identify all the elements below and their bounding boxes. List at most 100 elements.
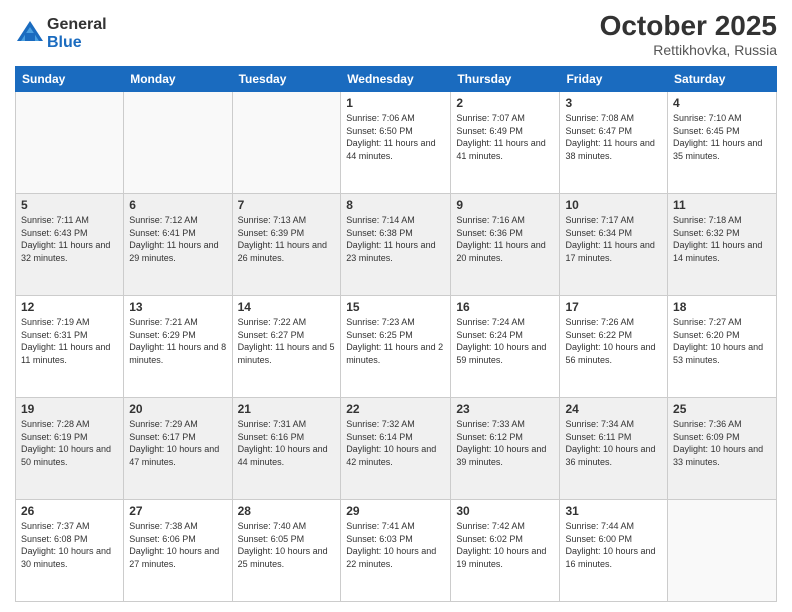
day-number: 4 <box>673 96 771 110</box>
calendar-day-cell: 7Sunrise: 7:13 AM Sunset: 6:39 PM Daylig… <box>232 194 341 296</box>
logo-blue-text: Blue <box>47 34 107 52</box>
day-number: 8 <box>346 198 445 212</box>
day-number: 10 <box>565 198 662 212</box>
col-saturday: Saturday <box>668 67 777 92</box>
day-info: Sunrise: 7:44 AM Sunset: 6:00 PM Dayligh… <box>565 520 662 570</box>
day-info: Sunrise: 7:08 AM Sunset: 6:47 PM Dayligh… <box>565 112 662 162</box>
day-info: Sunrise: 7:24 AM Sunset: 6:24 PM Dayligh… <box>456 316 554 366</box>
day-info: Sunrise: 7:16 AM Sunset: 6:36 PM Dayligh… <box>456 214 554 264</box>
day-number: 11 <box>673 198 771 212</box>
calendar-day-cell: 18Sunrise: 7:27 AM Sunset: 6:20 PM Dayli… <box>668 296 777 398</box>
day-info: Sunrise: 7:42 AM Sunset: 6:02 PM Dayligh… <box>456 520 554 570</box>
day-number: 30 <box>456 504 554 518</box>
calendar-day-cell: 12 Sunrise: 7:19 AM Sunset: 6:31 PM Dayli… <box>16 296 124 398</box>
day-number: 26 <box>21 504 118 518</box>
day-info: Sunrise: 7:27 AM Sunset: 6:20 PM Dayligh… <box>673 316 771 366</box>
day-number: 2 <box>456 96 554 110</box>
day-info: Sunrise: 7:31 AM Sunset: 6:16 PM Dayligh… <box>238 418 336 468</box>
day-info: Sunrise: 7:26 AM Sunset: 6:22 PM Dayligh… <box>565 316 662 366</box>
day-info: Sunrise: 7:12 AM Sunset: 6:41 PM Dayligh… <box>129 214 226 264</box>
day-info: Sunrise: 7:33 AM Sunset: 6:12 PM Dayligh… <box>456 418 554 468</box>
calendar-day-cell: 26 Sunrise: 7:37 AM Sunset: 6:08 PM Dayli… <box>16 500 124 602</box>
day-info: Sunrise: 7:21 AM Sunset: 6:29 PM Dayligh… <box>129 316 226 366</box>
calendar-day-cell: 10Sunrise: 7:17 AM Sunset: 6:34 PM Dayli… <box>560 194 668 296</box>
day-info: Sunrise: 7:38 AM Sunset: 6:06 PM Dayligh… <box>129 520 226 570</box>
calendar-day-cell: 9 Sunrise: 7:16 AM Sunset: 6:36 PM Daylig… <box>451 194 560 296</box>
calendar-day-cell: 5 Sunrise: 7:11 AM Sunset: 6:43 PM Daylig… <box>16 194 124 296</box>
calendar-day-cell: 20 Sunrise: 7:29 AM Sunset: 6:17 PM Dayli… <box>124 398 232 500</box>
logo-text: General Blue <box>47 16 107 51</box>
calendar-day-cell <box>668 500 777 602</box>
day-number: 12 <box>21 300 118 314</box>
calendar-day-cell: 2Sunrise: 7:07 AM Sunset: 6:49 PM Daylig… <box>451 92 560 194</box>
calendar-day-cell <box>232 92 341 194</box>
col-wednesday: Wednesday <box>341 67 451 92</box>
calendar-day-cell: 16 Sunrise: 7:24 AM Sunset: 6:24 PM Dayli… <box>451 296 560 398</box>
location-subtitle: Rettikhovka, Russia <box>600 42 777 58</box>
col-tuesday: Tuesday <box>232 67 341 92</box>
day-number: 22 <box>346 402 445 416</box>
day-info: Sunrise: 7:23 AM Sunset: 6:25 PM Dayligh… <box>346 316 445 366</box>
month-year-title: October 2025 <box>600 10 777 42</box>
calendar-day-cell: 17Sunrise: 7:26 AM Sunset: 6:22 PM Dayli… <box>560 296 668 398</box>
day-number: 19 <box>21 402 118 416</box>
day-number: 24 <box>565 402 662 416</box>
day-info: Sunrise: 7:34 AM Sunset: 6:11 PM Dayligh… <box>565 418 662 468</box>
day-info: Sunrise: 7:06 AM Sunset: 6:50 PM Dayligh… <box>346 112 445 162</box>
day-number: 29 <box>346 504 445 518</box>
day-info: Sunrise: 7:19 AM Sunset: 6:31 PM Dayligh… <box>21 316 118 366</box>
logo-general-text: General <box>47 16 107 34</box>
calendar-day-cell: 31 Sunrise: 7:44 AM Sunset: 6:00 PM Dayli… <box>560 500 668 602</box>
day-info: Sunrise: 7:22 AM Sunset: 6:27 PM Dayligh… <box>238 316 336 366</box>
calendar-week-row: 5 Sunrise: 7:11 AM Sunset: 6:43 PM Daylig… <box>16 194 777 296</box>
day-number: 9 <box>456 198 554 212</box>
calendar-week-row: 12 Sunrise: 7:19 AM Sunset: 6:31 PM Dayli… <box>16 296 777 398</box>
page: General Blue October 2025 Rettikhovka, R… <box>0 0 792 612</box>
calendar-day-cell: 28Sunrise: 7:40 AM Sunset: 6:05 PM Dayli… <box>232 500 341 602</box>
day-info: Sunrise: 7:32 AM Sunset: 6:14 PM Dayligh… <box>346 418 445 468</box>
day-number: 20 <box>129 402 226 416</box>
calendar-week-row: 26 Sunrise: 7:37 AM Sunset: 6:08 PM Dayli… <box>16 500 777 602</box>
col-thursday: Thursday <box>451 67 560 92</box>
calendar-header-row: Sunday Monday Tuesday Wednesday Thursday… <box>16 67 777 92</box>
day-number: 5 <box>21 198 118 212</box>
calendar-day-cell: 22 Sunrise: 7:32 AM Sunset: 6:14 PM Dayli… <box>341 398 451 500</box>
logo: General Blue <box>15 16 107 51</box>
calendar-day-cell: 24 Sunrise: 7:34 AM Sunset: 6:11 PM Dayli… <box>560 398 668 500</box>
calendar-day-cell: 29Sunrise: 7:41 AM Sunset: 6:03 PM Dayli… <box>341 500 451 602</box>
day-info: Sunrise: 7:28 AM Sunset: 6:19 PM Dayligh… <box>21 418 118 468</box>
day-number: 21 <box>238 402 336 416</box>
day-number: 14 <box>238 300 336 314</box>
calendar-day-cell: 3 Sunrise: 7:08 AM Sunset: 6:47 PM Daylig… <box>560 92 668 194</box>
calendar-table: Sunday Monday Tuesday Wednesday Thursday… <box>15 66 777 602</box>
calendar-day-cell: 14 Sunrise: 7:22 AM Sunset: 6:27 PM Dayli… <box>232 296 341 398</box>
calendar-day-cell <box>124 92 232 194</box>
day-info: Sunrise: 7:37 AM Sunset: 6:08 PM Dayligh… <box>21 520 118 570</box>
col-monday: Monday <box>124 67 232 92</box>
day-number: 3 <box>565 96 662 110</box>
day-info: Sunrise: 7:11 AM Sunset: 6:43 PM Dayligh… <box>21 214 118 264</box>
calendar-day-cell: 27 Sunrise: 7:38 AM Sunset: 6:06 PM Dayli… <box>124 500 232 602</box>
calendar-week-row: 1Sunrise: 7:06 AM Sunset: 6:50 PM Daylig… <box>16 92 777 194</box>
col-friday: Friday <box>560 67 668 92</box>
day-info: Sunrise: 7:14 AM Sunset: 6:38 PM Dayligh… <box>346 214 445 264</box>
calendar-day-cell <box>16 92 124 194</box>
day-number: 7 <box>238 198 336 212</box>
day-info: Sunrise: 7:36 AM Sunset: 6:09 PM Dayligh… <box>673 418 771 468</box>
calendar-day-cell: 8 Sunrise: 7:14 AM Sunset: 6:38 PM Daylig… <box>341 194 451 296</box>
day-info: Sunrise: 7:40 AM Sunset: 6:05 PM Dayligh… <box>238 520 336 570</box>
day-number: 27 <box>129 504 226 518</box>
calendar-day-cell: 30 Sunrise: 7:42 AM Sunset: 6:02 PM Dayli… <box>451 500 560 602</box>
day-number: 16 <box>456 300 554 314</box>
calendar-day-cell: 25 Sunrise: 7:36 AM Sunset: 6:09 PM Dayli… <box>668 398 777 500</box>
calendar-day-cell: 23Sunrise: 7:33 AM Sunset: 6:12 PM Dayli… <box>451 398 560 500</box>
calendar-day-cell: 13Sunrise: 7:21 AM Sunset: 6:29 PM Dayli… <box>124 296 232 398</box>
calendar-day-cell: 11Sunrise: 7:18 AM Sunset: 6:32 PM Dayli… <box>668 194 777 296</box>
day-info: Sunrise: 7:29 AM Sunset: 6:17 PM Dayligh… <box>129 418 226 468</box>
calendar-day-cell: 4Sunrise: 7:10 AM Sunset: 6:45 PM Daylig… <box>668 92 777 194</box>
day-number: 6 <box>129 198 226 212</box>
day-number: 25 <box>673 402 771 416</box>
calendar-day-cell: 21 Sunrise: 7:31 AM Sunset: 6:16 PM Dayli… <box>232 398 341 500</box>
col-sunday: Sunday <box>16 67 124 92</box>
day-number: 31 <box>565 504 662 518</box>
